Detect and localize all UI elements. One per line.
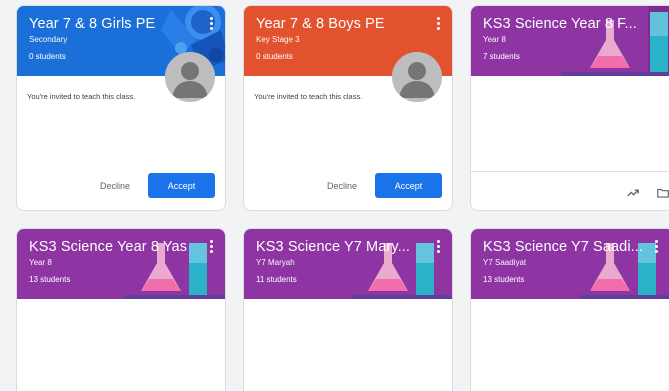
header-accent-bar [352,295,452,299]
student-count: 7 students [483,52,520,61]
class-section: Year 8 [483,35,506,44]
class-title[interactable]: KS3 Science Y7 Saadi... [483,239,658,255]
accept-button[interactable]: Accept [375,173,442,198]
class-title[interactable]: KS3 Science Year 8 Yas [29,239,204,255]
more-vert-icon[interactable] [205,239,217,255]
class-card-science-year8-f[interactable]: KS3 Science Year 8 F... Year 8 7 student… [470,5,669,211]
class-card-science-y7-saadiyat[interactable]: KS3 Science Y7 Saadi... Y7 Saadiyat 13 s… [470,228,669,391]
header-accent-bar [561,72,669,76]
card-footer-actions [626,186,669,200]
class-card-boys-pe[interactable]: Year 7 & 8 Boys PE Key Stage 3 0 student… [243,5,453,211]
invite-actions: Decline Accept [100,173,215,198]
class-card-science-y7-maryah[interactable]: KS3 Science Y7 Mary... Y7 Maryah 11 stud… [243,228,453,391]
class-card-science-year8-yas[interactable]: KS3 Science Year 8 Yas Year 8 13 student… [16,228,226,391]
more-vert-icon[interactable] [432,16,444,32]
decline-button[interactable]: Decline [327,181,357,191]
more-vert-icon[interactable] [432,239,444,255]
header-accent-bar [125,295,225,299]
invite-message: You're invited to teach this class. [27,92,136,101]
class-card-header[interactable]: KS3 Science Year 8 F... Year 8 7 student… [471,6,669,76]
decline-button[interactable]: Decline [100,181,130,191]
invite-actions: Decline Accept [327,173,442,198]
accept-button[interactable]: Accept [148,173,215,198]
class-section: Year 8 [29,258,52,267]
header-accent-bar [579,295,669,299]
student-count: 13 students [483,275,525,284]
more-vert-icon[interactable] [205,16,217,32]
trending-up-icon[interactable] [626,186,640,200]
class-section: Y7 Saadiyat [483,258,527,267]
card-footer-divider [471,171,669,172]
more-vert-icon[interactable] [650,239,662,255]
class-title[interactable]: Year 7 & 8 Boys PE [256,16,431,32]
person-avatar-icon [165,52,215,102]
class-card-header[interactable]: KS3 Science Y7 Mary... Y7 Maryah 11 stud… [244,229,452,299]
class-card-girls-pe[interactable]: Year 7 & 8 Girls PE Secondary 0 students… [16,5,226,211]
person-avatar-icon [392,52,442,102]
invite-message: You're invited to teach this class. [254,92,363,101]
class-section: Key Stage 3 [256,35,300,44]
class-section: Y7 Maryah [256,258,295,267]
folder-icon[interactable] [656,186,669,200]
class-section: Secondary [29,35,68,44]
class-title[interactable]: KS3 Science Year 8 F... [483,16,658,32]
class-title[interactable]: Year 7 & 8 Girls PE [29,16,204,32]
student-count: 13 students [29,275,71,284]
student-count: 11 students [256,275,297,284]
class-title[interactable]: KS3 Science Y7 Mary... [256,239,431,255]
class-card-header[interactable]: KS3 Science Year 8 Yas Year 8 13 student… [17,229,225,299]
class-card-header[interactable]: KS3 Science Y7 Saadi... Y7 Saadiyat 13 s… [471,229,669,299]
